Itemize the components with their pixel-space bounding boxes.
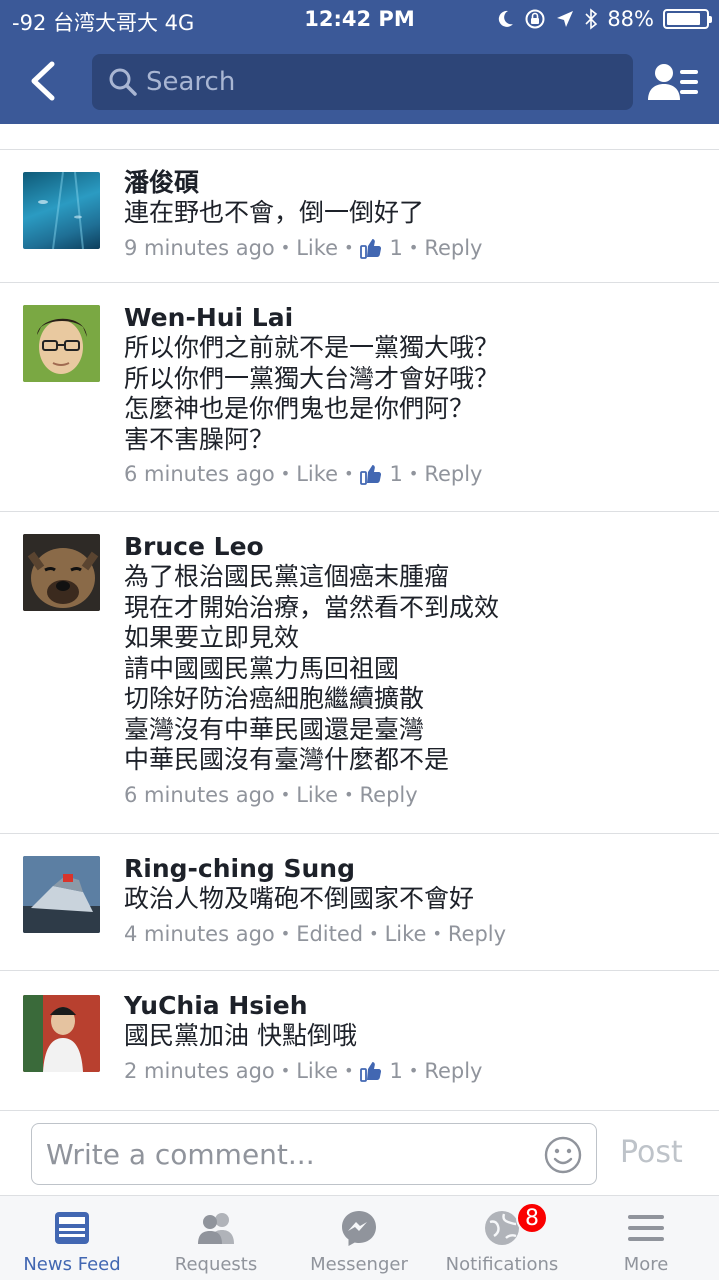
comment-input-box[interactable] (31, 1123, 597, 1185)
reply-link[interactable]: Reply (424, 233, 482, 263)
comment-item: Bruce Leo 為了根治國民黨這個癌末腫瘤 現在才開始治療，當然看不到成效 … (0, 512, 719, 834)
avatar[interactable] (23, 172, 100, 249)
comment-text-line: 臺灣沒有中華民國還是臺灣 (124, 714, 425, 744)
reply-link[interactable]: Reply (360, 780, 418, 810)
comment-text-line: 請中國國民黨力馬回祖國 (124, 653, 400, 683)
comment-meta: 4 minutes ago • Edited • Like • Reply (124, 919, 709, 949)
menu-icon (628, 1215, 664, 1241)
comment-text-line: 國民黨加油 快點倒哦 (124, 1021, 357, 1050)
tab-notifications[interactable]: 8 Notifications (430, 1196, 574, 1280)
reply-link[interactable]: Reply (448, 919, 506, 949)
back-arrow-icon (31, 61, 55, 101)
smiley-icon (544, 1136, 582, 1174)
tab-label: Requests (174, 1254, 258, 1275)
comment-text-line: 政治人物及嘴砲不倒國家不會好 (124, 884, 475, 913)
top-divider (0, 124, 719, 150)
status-bar: -92 台湾大哥大 4G 12:42 PM 88% (0, 0, 719, 40)
comment-author[interactable]: YuChia Hsieh (124, 991, 709, 1021)
tab-label: News Feed (23, 1254, 121, 1275)
edited-label[interactable]: Edited (296, 919, 363, 949)
battery-percent: 88% (607, 7, 654, 31)
comment-meta: 6 minutes ago • Like • 1 • Reply (124, 459, 709, 489)
comment-item: YuChia Hsieh 國民黨加油 快點倒哦 2 minutes ago • … (0, 971, 719, 1110)
messenger-icon (342, 1211, 376, 1246)
comment-meta: 6 minutes ago • Like • Reply (124, 780, 709, 810)
bluetooth-icon (585, 8, 598, 30)
comment-text-line: 如果要立即見效 (124, 623, 300, 652)
like-count[interactable]: 1 (390, 233, 403, 263)
comment-meta: 9 minutes ago • Like • 1 • Reply (124, 233, 709, 263)
avatar[interactable] (23, 856, 100, 933)
comment-text-line: 現在才開始治療，當然看不到成效 (124, 592, 500, 622)
like-link[interactable]: Like (296, 1056, 338, 1086)
comment-timestamp: 4 minutes ago (124, 921, 275, 946)
like-link[interactable]: Like (296, 780, 338, 810)
comment-text-line: 中華民國沒有臺灣什麼都不是 (124, 745, 450, 774)
comment-list: 潘俊碩 連在野也不會，倒一倒好了 9 minutes ago • Like • … (0, 150, 719, 1110)
location-arrow-icon (557, 11, 574, 27)
thumbs-up-icon (359, 238, 381, 259)
battery-icon (663, 9, 712, 29)
tab-messenger[interactable]: Messenger (287, 1196, 431, 1280)
comment-item: Wen-Hui Lai 所以你們之前就不是一黨獨大哦？ 所以你們一黨獨大台灣才會… (0, 283, 719, 512)
avatar[interactable] (23, 305, 100, 382)
bottom-tab-bar: News Feed Requests Messenger 8 Notificat… (0, 1196, 719, 1280)
emoji-button[interactable] (544, 1136, 582, 1174)
like-count[interactable]: 1 (390, 459, 403, 489)
comment-timestamp: 9 minutes ago (124, 235, 275, 260)
thumbs-up-icon (359, 465, 381, 485)
tab-label: Messenger (310, 1254, 408, 1275)
search-bar[interactable] (92, 54, 633, 110)
status-icons: 88% (495, 7, 712, 31)
search-input[interactable] (146, 54, 616, 110)
tab-label: Notifications (445, 1254, 559, 1275)
back-button[interactable] (22, 56, 66, 106)
tab-news-feed[interactable]: News Feed (0, 1196, 144, 1280)
comment-item: 潘俊碩 連在野也不會，倒一倒好了 9 minutes ago • Like • … (0, 150, 719, 283)
friends-list-button[interactable] (646, 58, 702, 106)
comment-text-line: 所以你們一黨獨大台灣才會好哦？ (124, 363, 500, 393)
comment-author[interactable]: 潘俊碩 (124, 168, 709, 198)
like-link[interactable]: Like (296, 459, 338, 489)
comment-text-line: 所以你們之前就不是一黨獨大哦？ (124, 333, 500, 362)
comment-author[interactable]: Ring-ching Sung (124, 854, 709, 884)
tab-more[interactable]: More (574, 1196, 718, 1280)
comment-input[interactable] (46, 1124, 536, 1184)
moon-icon (499, 10, 514, 27)
comment-author[interactable]: Wen-Hui Lai (124, 303, 709, 333)
comment-composer: Post (0, 1110, 719, 1196)
avatar[interactable] (23, 995, 100, 1072)
avatar[interactable] (23, 534, 100, 611)
reply-link[interactable]: Reply (424, 459, 482, 489)
comment-text-line: 為了根治國民黨這個癌末腫瘤 (124, 562, 450, 591)
friend-requests-icon (198, 1213, 234, 1244)
friends-list-icon (648, 64, 698, 100)
comment-timestamp: 2 minutes ago (124, 1058, 275, 1083)
rotation-lock-icon (525, 9, 545, 29)
comment-item: Ring-ching Sung 政治人物及嘴砲不倒國家不會好 4 minutes… (0, 834, 719, 971)
comment-timestamp: 6 minutes ago (124, 462, 275, 486)
thumbs-up-icon (359, 1061, 381, 1082)
comment-timestamp: 6 minutes ago (124, 782, 275, 807)
reply-link[interactable]: Reply (424, 1056, 482, 1086)
post-button[interactable]: Post (620, 1135, 683, 1170)
comment-text-line: 害不害臊阿？ (124, 424, 275, 454)
comment-text-line: 怎麼神也是你們鬼也是你們阿？ (124, 394, 475, 423)
news-feed-icon (55, 1212, 89, 1244)
like-link[interactable]: Like (296, 233, 338, 263)
search-icon (109, 68, 137, 96)
comment-text-line: 連在野也不會，倒一倒好了 (124, 198, 425, 227)
tab-label: More (623, 1254, 669, 1275)
comment-text-line: 切除好防治癌細胞繼續擴散 (124, 684, 425, 713)
top-navigation-bar (0, 40, 719, 124)
tab-requests[interactable]: Requests (144, 1196, 288, 1280)
notification-badge: 8 (516, 1202, 548, 1234)
like-count[interactable]: 1 (390, 1056, 403, 1086)
like-link[interactable]: Like (385, 919, 427, 949)
comment-meta: 2 minutes ago • Like • 1 • Reply (124, 1056, 709, 1086)
comment-author[interactable]: Bruce Leo (124, 532, 709, 562)
